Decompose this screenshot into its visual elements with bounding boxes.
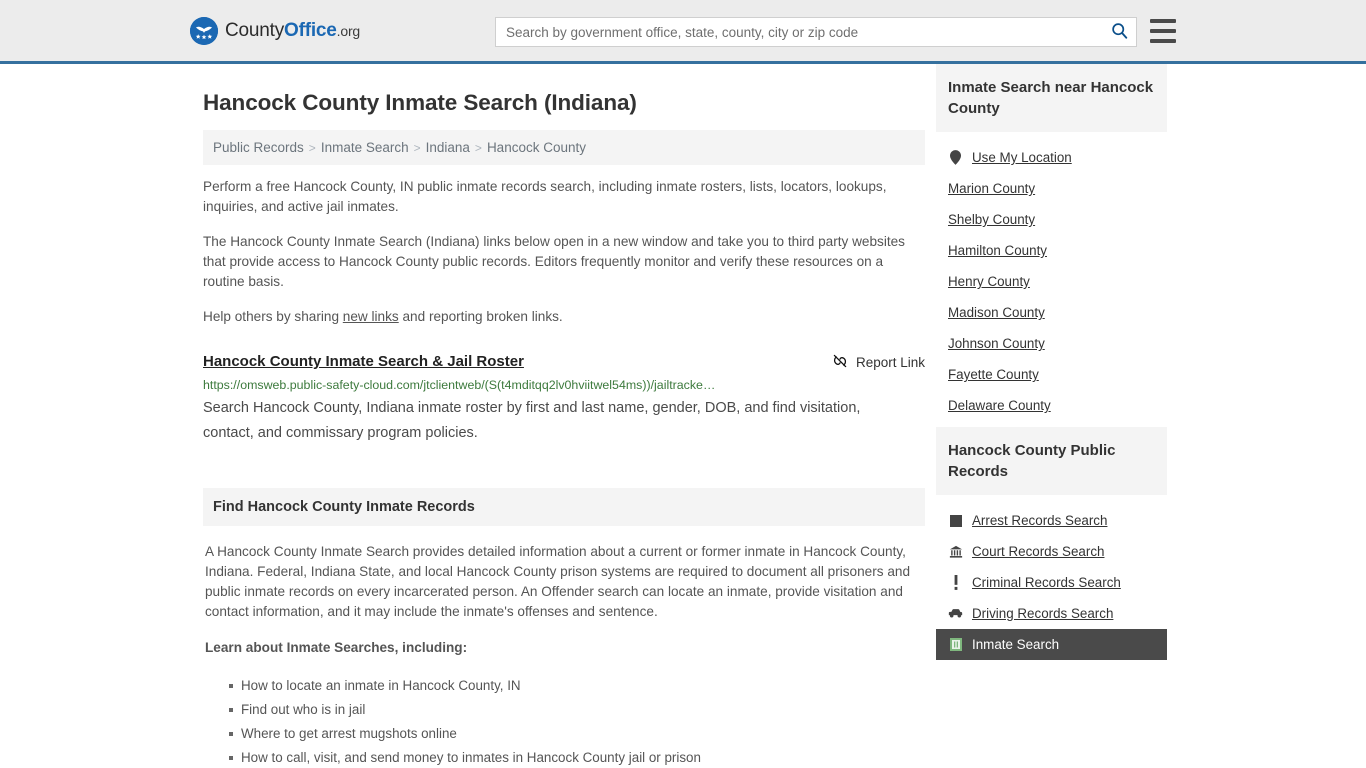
sidebar-item-label: Arrest Records Search bbox=[972, 513, 1108, 528]
menu-bar-3 bbox=[1150, 39, 1176, 43]
result-description: Search Hancock County, Indiana inmate ro… bbox=[203, 400, 861, 441]
search-icon bbox=[1111, 22, 1128, 42]
nearby-panel-links: Use My Location Marion County Shelby Cou… bbox=[936, 132, 1167, 423]
search-button[interactable] bbox=[1102, 18, 1136, 46]
breadcrumb: Public Records > Inmate Search > Indiana > Han… bbox=[203, 130, 925, 165]
help-suffix: and reporting broken links. bbox=[398, 309, 563, 324]
square-icon bbox=[948, 514, 963, 527]
search-input[interactable] bbox=[496, 18, 1102, 46]
list-item: Find out who is in jail bbox=[229, 698, 923, 722]
breadcrumb-separator-3: > bbox=[474, 141, 482, 155]
sidebar-item-label: Delaware County bbox=[948, 398, 1051, 413]
sidebar-item-criminal-records-search[interactable]: Criminal Records Search bbox=[936, 567, 1167, 598]
sidebar-item-use-my-location[interactable]: Use My Location bbox=[936, 142, 1167, 173]
list-item: How to call, visit, and send money to in… bbox=[229, 746, 923, 768]
hamburger-menu-icon[interactable] bbox=[1150, 19, 1176, 43]
sidebar-item-delaware-county[interactable]: Delaware County bbox=[936, 390, 1167, 421]
intro-paragraph-2: The Hancock County Inmate Search (Indian… bbox=[203, 234, 905, 289]
result-title-link[interactable]: Hancock County Inmate Search & Jail Rost… bbox=[203, 352, 524, 371]
help-prefix: Help others by sharing bbox=[203, 309, 343, 324]
sidebar-item-label: Use My Location bbox=[972, 150, 1072, 165]
sidebar-item-inmate-search[interactable]: Inmate Search bbox=[936, 629, 1167, 660]
broken-link-icon bbox=[832, 353, 848, 372]
eagle-logo-icon bbox=[190, 16, 218, 45]
result-entry: Hancock County Inmate Search & Jail Rost… bbox=[203, 352, 925, 446]
breadcrumb-item-hancock-county[interactable]: Hancock County bbox=[487, 140, 586, 155]
sidebar-item-marion-county[interactable]: Marion County bbox=[936, 173, 1167, 204]
sidebar: Inmate Search near Hancock County Use My… bbox=[936, 64, 1167, 768]
sidebar-item-court-records-search[interactable]: Court Records Search bbox=[936, 536, 1167, 567]
logo-text-part3: .org bbox=[336, 22, 361, 39]
menu-bar-2 bbox=[1150, 29, 1176, 33]
public-records-links: Arrest Records Search Court Records Sear… bbox=[936, 495, 1167, 662]
main-content: Hancock County Inmate Search (Indiana) P… bbox=[203, 64, 925, 768]
sidebar-item-label: Driving Records Search bbox=[972, 606, 1114, 621]
sidebar-item-label: Henry County bbox=[948, 274, 1030, 289]
breadcrumb-separator-2: > bbox=[413, 141, 421, 155]
new-links-link[interactable]: new links bbox=[343, 309, 399, 324]
find-records-body: A Hancock County Inmate Search provides … bbox=[203, 526, 925, 768]
search-bar[interactable] bbox=[495, 17, 1137, 47]
courthouse-icon bbox=[948, 545, 963, 559]
breadcrumb-separator-1: > bbox=[308, 141, 316, 155]
intro-paragraph-3: Help others by sharing new links and rep… bbox=[203, 307, 925, 327]
public-records-panel: Hancock County Public Records Arrest Rec… bbox=[936, 427, 1167, 662]
sidebar-item-driving-records-search[interactable]: Driving Records Search bbox=[936, 598, 1167, 629]
learn-about-list: How to locate an inmate in Hancock Count… bbox=[205, 674, 923, 768]
logo-text-part2: Office bbox=[284, 19, 337, 41]
site-logo[interactable]: CountyOffice.org bbox=[190, 16, 360, 45]
sidebar-item-label: Shelby County bbox=[948, 212, 1036, 227]
sidebar-item-hamilton-county[interactable]: Hamilton County bbox=[936, 235, 1167, 266]
sidebar-item-label: Fayette County bbox=[948, 367, 1039, 382]
sidebar-item-label: Johnson County bbox=[948, 336, 1045, 351]
car-icon bbox=[948, 608, 963, 619]
sidebar-item-label: Hamilton County bbox=[948, 243, 1047, 258]
find-records-paragraph: A Hancock County Inmate Search provides … bbox=[205, 544, 911, 619]
site-header: CountyOffice.org bbox=[0, 0, 1366, 64]
breadcrumb-item-inmate-search[interactable]: Inmate Search bbox=[321, 140, 409, 155]
sidebar-item-fayette-county[interactable]: Fayette County bbox=[936, 359, 1167, 390]
page-title: Hancock County Inmate Search (Indiana) bbox=[203, 90, 637, 115]
map-pin-icon bbox=[948, 150, 963, 165]
intro-paragraph-1: Perform a free Hancock County, IN public… bbox=[203, 179, 887, 214]
logo-text-part1: County bbox=[225, 19, 285, 41]
site-logo-text: CountyOffice.org bbox=[225, 20, 360, 42]
result-header-row: Hancock County Inmate Search & Jail Rost… bbox=[203, 352, 925, 372]
public-records-heading: Hancock County Public Records bbox=[936, 427, 1167, 495]
sidebar-item-label: Marion County bbox=[948, 181, 1036, 196]
breadcrumb-item-indiana[interactable]: Indiana bbox=[426, 140, 470, 155]
sidebar-item-shelby-county[interactable]: Shelby County bbox=[936, 204, 1167, 235]
nearby-inmate-search-panel: Inmate Search near Hancock County Use My… bbox=[936, 64, 1167, 423]
find-records-heading: Find Hancock County Inmate Records bbox=[203, 488, 925, 526]
page-body: Hancock County Inmate Search (Indiana) P… bbox=[0, 64, 1366, 768]
find-records-panel: Find Hancock County Inmate Records A Han… bbox=[203, 488, 925, 768]
sidebar-item-arrest-records-search[interactable]: Arrest Records Search bbox=[936, 505, 1167, 536]
report-link-label: Report Link bbox=[855, 355, 925, 370]
sidebar-item-henry-county[interactable]: Henry County bbox=[936, 266, 1167, 297]
nearby-panel-heading: Inmate Search near Hancock County bbox=[936, 64, 1167, 132]
sidebar-item-madison-county[interactable]: Madison County bbox=[936, 297, 1167, 328]
sidebar-item-label: Court Records Search bbox=[972, 544, 1105, 559]
sidebar-item-label: Inmate Search bbox=[972, 637, 1060, 652]
list-item: How to locate an inmate in Hancock Count… bbox=[229, 674, 923, 698]
exclamation-icon bbox=[948, 575, 963, 590]
inmate-icon bbox=[948, 638, 963, 651]
menu-bar-1 bbox=[1150, 19, 1176, 23]
intro-text: Perform a free Hancock County, IN public… bbox=[203, 177, 925, 327]
learn-about-title: Learn about Inmate Searches, including: bbox=[205, 640, 468, 655]
sidebar-item-label: Criminal Records Search bbox=[972, 575, 1121, 590]
report-link-button[interactable]: Report Link bbox=[832, 352, 925, 372]
sidebar-item-johnson-county[interactable]: Johnson County bbox=[936, 328, 1167, 359]
breadcrumb-item-public-records[interactable]: Public Records bbox=[213, 140, 304, 155]
result-url: https://omsweb.public-safety-cloud.com/j… bbox=[203, 378, 716, 392]
sidebar-item-label: Madison County bbox=[948, 305, 1045, 320]
list-item: Where to get arrest mugshots online bbox=[229, 722, 923, 746]
